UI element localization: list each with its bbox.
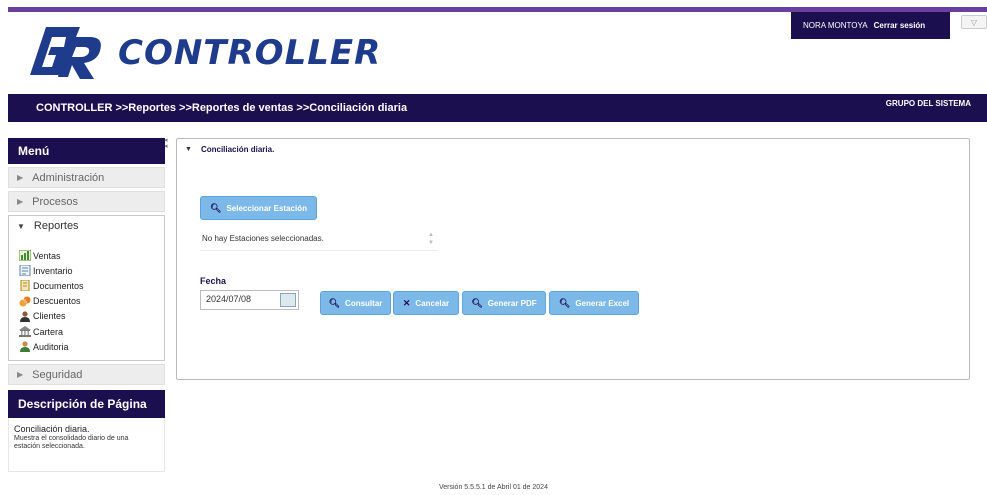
user-session-box: NORA MONTOYA Cerrar sesión: [791, 12, 950, 39]
list-scrollbar[interactable]: ▲ ▼: [426, 231, 436, 249]
consultar-label: Consultar: [345, 298, 383, 308]
conciliation-panel: ▼ Conciliación diaria. 🔍︎ Seleccionar Es…: [176, 138, 970, 380]
controller-logo: CONTROLLER: [18, 22, 381, 84]
sidebar-item-label: Administración: [32, 171, 105, 184]
sidebar-item-label: Reportes: [33, 220, 79, 232]
chevron-down-icon: ▼: [17, 221, 25, 231]
breadcrumb: CONTROLLER >>Reportes >>Reportes de vent…: [36, 102, 408, 114]
submenu-item-label: Documentos: [33, 280, 84, 291]
audit-icon: [20, 341, 30, 353]
chevron-right-icon: ▶: [17, 370, 24, 379]
submenu-item-auditoria[interactable]: Auditoria: [19, 339, 164, 354]
top-corner-toggle-button[interactable]: ▽: [961, 15, 987, 29]
inventory-icon: [19, 265, 31, 277]
svg-text:%: %: [23, 299, 28, 305]
submenu-item-label: Ventas: [33, 250, 61, 261]
sidebar-item-label: Procesos: [32, 195, 79, 208]
sidebar-item-label: Seguridad: [32, 368, 83, 381]
chevron-right-icon: ▶: [17, 173, 24, 182]
page-description-text: Muestra el consolidado diario de una est…: [14, 435, 129, 450]
page-description-header: Descripción de Página: [8, 390, 165, 418]
page-description-title: Conciliación diaria.: [14, 424, 90, 434]
close-icon: ✕: [402, 297, 411, 308]
logout-link[interactable]: Cerrar sesión: [874, 21, 926, 30]
date-value: 2024/07/08: [206, 294, 252, 304]
generate-excel-label: Generar Excel: [575, 298, 630, 308]
sidebar-item-seguridad[interactable]: ▶ Seguridad: [8, 364, 165, 385]
sidebar-item-procesos[interactable]: ▶ Procesos: [8, 191, 165, 212]
search-icon: 🔍︎: [210, 202, 222, 213]
chevron-down-icon: ▼: [185, 146, 192, 153]
search-icon: 🔍︎: [328, 297, 341, 308]
panel-title-text: Conciliación diaria.: [200, 145, 275, 154]
submenu-item-label: Auditoria: [33, 341, 69, 352]
cancelar-button[interactable]: ✕ Cancelar: [393, 291, 459, 315]
generate-excel-button[interactable]: 🔍︎ Generar Excel: [549, 291, 639, 315]
discounts-icon: %: [19, 296, 31, 307]
select-station-button[interactable]: 🔍︎ Seleccionar Estación: [200, 196, 317, 220]
generate-pdf-label: Generar PDF: [487, 298, 537, 308]
consultar-button[interactable]: 🔍︎ Consultar: [320, 291, 391, 315]
submenu-item-inventario[interactable]: Inventario: [19, 263, 164, 278]
select-station-label: Seleccionar Estación: [226, 203, 307, 213]
submenu-item-label: Descuentos: [33, 296, 81, 307]
submenu-item-label: Clientes: [33, 311, 66, 322]
submenu-item-clientes[interactable]: Clientes: [19, 309, 164, 324]
submenu-item-documentos[interactable]: Documentos: [19, 278, 164, 293]
selected-stations-list[interactable]: No hay Estaciones seleccionadas. ▲ ▼: [200, 229, 438, 251]
search-icon: 🔍︎: [558, 297, 571, 308]
logo-text: CONTROLLER: [118, 33, 382, 73]
stations-empty-text: No hay Estaciones seleccionadas.: [202, 234, 324, 243]
date-label: Fecha: [200, 276, 227, 286]
clients-icon: [20, 311, 30, 322]
documents-icon: [20, 280, 30, 292]
menu-header: Menú: [8, 138, 165, 164]
generate-pdf-button[interactable]: 🔍︎ Generar PDF: [462, 291, 546, 315]
page-description-body: Conciliación diaria. Muestra el consolid…: [8, 418, 165, 472]
submenu-item-ventas[interactable]: Ventas: [19, 248, 164, 263]
version-footer: Versión 5.5.5.1 de Abril 01 de 2024: [439, 484, 548, 491]
user-name: NORA MONTOYA: [803, 21, 868, 30]
submenu-item-cartera[interactable]: Cartera: [19, 324, 164, 339]
submenu-item-label: Inventario: [33, 265, 73, 276]
gr-logo-mark: [30, 27, 101, 79]
submenu-item-descuentos[interactable]: % Descuentos: [19, 294, 164, 309]
portfolio-icon: [19, 326, 31, 338]
sidebar-item-administracion[interactable]: ▶ Administración: [8, 167, 165, 188]
sales-report-icon: [19, 250, 31, 262]
cancelar-label: Cancelar: [415, 298, 450, 308]
search-icon: 🔍︎: [471, 297, 483, 308]
sidebar-item-reportes[interactable]: ▼ Reportes: [9, 216, 164, 236]
date-field[interactable]: 2024/07/08: [200, 290, 299, 310]
system-group-label: GRUPO DEL SISTEMA: [885, 99, 971, 108]
sidebar-section-reportes: ▼ Reportes Ventas Inventario Documentos …: [8, 215, 165, 361]
submenu-item-label: Cartera: [33, 326, 64, 337]
breadcrumb-bar: CONTROLLER >>Reportes >>Reportes de vent…: [8, 94, 987, 122]
sidebar: Menú ▶ Administración ▶ Procesos ▼ Repor…: [8, 138, 165, 472]
reportes-submenu: Ventas Inventario Documentos % Descuento…: [9, 236, 164, 354]
calendar-icon[interactable]: [280, 293, 296, 307]
panel-title[interactable]: ▼ Conciliación diaria.: [185, 145, 274, 154]
chevron-right-icon: ▶: [17, 197, 24, 206]
